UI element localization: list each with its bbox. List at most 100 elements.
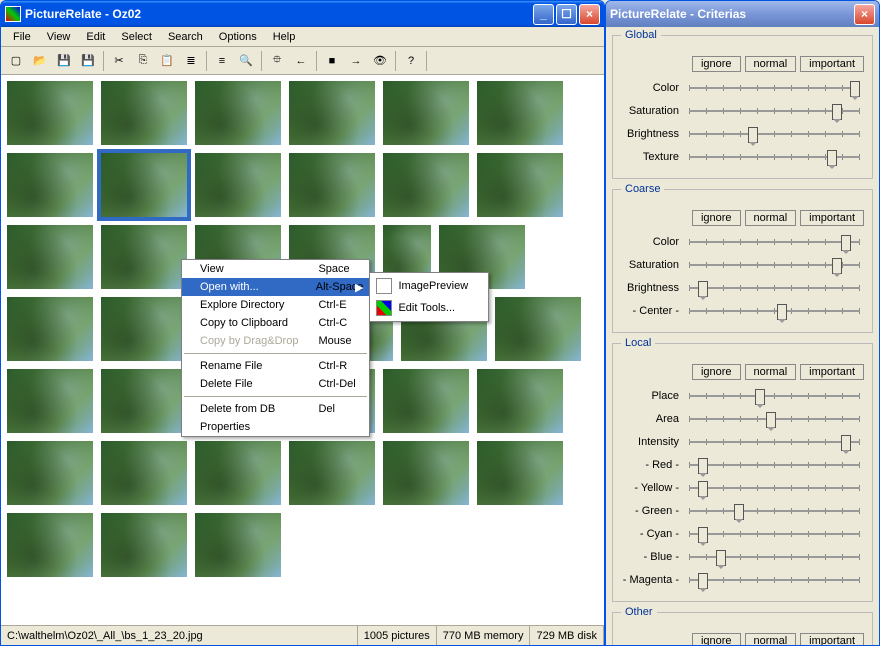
thumbnail[interactable] (7, 225, 93, 289)
slider-thumb[interactable] (698, 458, 708, 474)
preset-normal-button[interactable]: normal (745, 56, 797, 72)
preset-important-button[interactable]: important (800, 633, 864, 645)
slider-thumb[interactable] (698, 573, 708, 589)
ctx-copy-to-clipboard[interactable]: Copy to ClipboardCtrl-C (182, 314, 369, 332)
thumbnail[interactable] (101, 513, 187, 577)
slider[interactable] (685, 386, 864, 406)
menu-file[interactable]: File (5, 29, 39, 45)
slider[interactable] (685, 524, 864, 544)
ctx-open-with-[interactable]: Open with...Alt-Space▶ (182, 278, 369, 296)
thumbnail[interactable] (289, 81, 375, 145)
slider-thumb[interactable] (850, 81, 860, 97)
menu-search[interactable]: Search (160, 29, 211, 45)
criteria-close-button[interactable]: × (854, 4, 875, 25)
slider[interactable] (685, 278, 864, 298)
thumbnail[interactable] (101, 369, 187, 433)
ctx-delete-file[interactable]: Delete FileCtrl-Del (182, 375, 369, 393)
slider[interactable] (685, 147, 864, 167)
slider[interactable] (685, 570, 864, 590)
maximize-button[interactable]: ☐ (556, 4, 577, 25)
preset-ignore-button[interactable]: ignore (692, 364, 741, 380)
minimize-button[interactable]: _ (533, 4, 554, 25)
slider-thumb[interactable] (777, 304, 787, 320)
preset-normal-button[interactable]: normal (745, 633, 797, 645)
slider-thumb[interactable] (841, 435, 851, 451)
slider-thumb[interactable] (755, 389, 765, 405)
paste-button[interactable]: 📋 (156, 50, 178, 72)
slider-thumb[interactable] (827, 150, 837, 166)
thumbnail[interactable] (289, 153, 375, 217)
open-button[interactable]: 📂 (29, 50, 51, 72)
thumbnail[interactable] (383, 441, 469, 505)
preset-ignore-button[interactable]: ignore (692, 633, 741, 645)
preset-important-button[interactable]: important (800, 210, 864, 226)
thumbnail[interactable] (101, 81, 187, 145)
thumbnail[interactable] (383, 369, 469, 433)
thumbnail[interactable] (195, 81, 281, 145)
save-button[interactable]: 💾 (53, 50, 75, 72)
submenu-edit-tools-[interactable]: Edit Tools... (372, 297, 486, 319)
preset-normal-button[interactable]: normal (745, 364, 797, 380)
thumbnail[interactable] (477, 153, 563, 217)
ctx-explore-directory[interactable]: Explore DirectoryCtrl-E (182, 296, 369, 314)
slider-thumb[interactable] (841, 235, 851, 251)
thumbnail[interactable] (477, 81, 563, 145)
find-similar-button[interactable]: ⯐ (266, 50, 288, 72)
slider-thumb[interactable] (832, 104, 842, 120)
thumbnail[interactable] (7, 513, 93, 577)
slider[interactable] (685, 255, 864, 275)
preset-important-button[interactable]: important (800, 364, 864, 380)
slider-thumb[interactable] (766, 412, 776, 428)
thumbnail[interactable] (477, 369, 563, 433)
thumbnail[interactable] (195, 441, 281, 505)
slider-thumb[interactable] (698, 527, 708, 543)
new-button[interactable]: ▢ (5, 50, 27, 72)
find-button[interactable]: 🔍 (235, 50, 257, 72)
slider[interactable] (685, 478, 864, 498)
titlebar-main[interactable]: PictureRelate - Oz02 _ ☐ × (1, 1, 604, 27)
menu-select[interactable]: Select (113, 29, 160, 45)
thumbnail[interactable] (477, 441, 563, 505)
preset-normal-button[interactable]: normal (745, 210, 797, 226)
slider-thumb[interactable] (734, 504, 744, 520)
slider-thumb[interactable] (832, 258, 842, 274)
slider[interactable] (685, 432, 864, 452)
titlebar-criteria[interactable]: PictureRelate - Criterias × (606, 1, 879, 27)
close-button[interactable]: × (579, 4, 600, 25)
slider[interactable] (685, 547, 864, 567)
thumbnail[interactable] (101, 441, 187, 505)
thumbnail[interactable] (7, 441, 93, 505)
menu-options[interactable]: Options (211, 29, 265, 45)
slider[interactable] (685, 455, 864, 475)
preset-ignore-button[interactable]: ignore (692, 210, 741, 226)
save-as-button[interactable]: 💾 (77, 50, 99, 72)
copy-button[interactable]: ⎘ (132, 50, 154, 72)
thumbnail[interactable] (101, 225, 187, 289)
thumbnail[interactable] (495, 297, 581, 361)
cut-button[interactable]: ✂ (108, 50, 130, 72)
menu-edit[interactable]: Edit (78, 29, 113, 45)
thumbnail[interactable] (383, 81, 469, 145)
slider[interactable] (685, 232, 864, 252)
thumbnail[interactable] (195, 153, 281, 217)
slider[interactable] (685, 78, 864, 98)
menu-help[interactable]: Help (265, 29, 304, 45)
menu-view[interactable]: View (39, 29, 79, 45)
stop-button[interactable]: ■ (321, 50, 343, 72)
submenu-imagepreview[interactable]: ImagePreview (372, 275, 486, 297)
help-button[interactable]: ? (400, 50, 422, 72)
slider-thumb[interactable] (716, 550, 726, 566)
thumbnail[interactable] (7, 81, 93, 145)
ctx-view[interactable]: ViewSpace (182, 260, 369, 278)
align-left-button[interactable]: ≣ (180, 50, 202, 72)
preset-ignore-button[interactable]: ignore (692, 56, 741, 72)
thumbnail[interactable] (383, 153, 469, 217)
forward-button[interactable]: → (345, 50, 367, 72)
slider-thumb[interactable] (748, 127, 758, 143)
thumbnail[interactable] (7, 297, 93, 361)
back-button[interactable]: ← (290, 50, 312, 72)
preset-important-button[interactable]: important (800, 56, 864, 72)
align-top-button[interactable]: ≡ (211, 50, 233, 72)
thumbnail[interactable] (289, 441, 375, 505)
slider-thumb[interactable] (698, 481, 708, 497)
